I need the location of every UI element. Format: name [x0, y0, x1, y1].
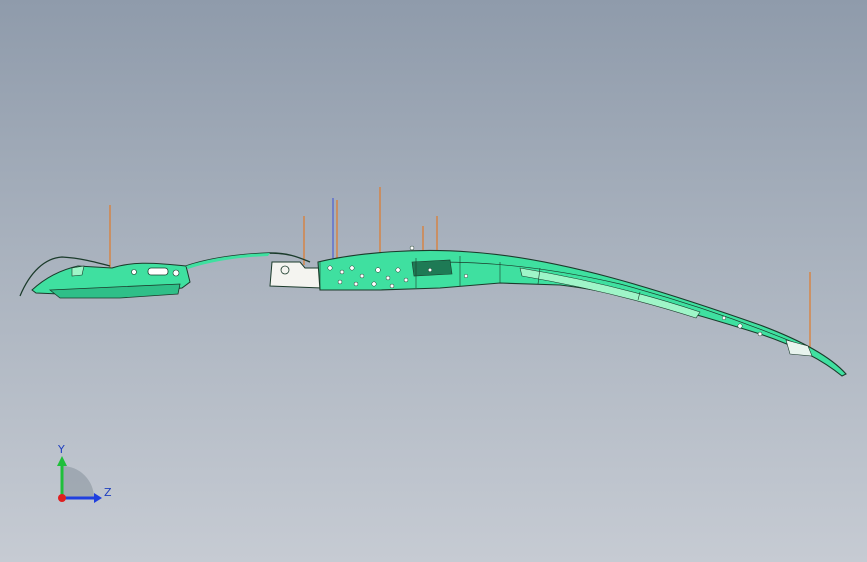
left-bracket-tab: [71, 265, 85, 277]
main-beam-part[interactable]: [317, 245, 847, 377]
triad-y-arrow: [57, 456, 67, 466]
main-beam-dark-recess: [411, 259, 453, 277]
center-mount-plate[interactable]: [269, 261, 323, 289]
triad-z-label: Z: [104, 486, 112, 499]
left-bracket-part[interactable]: [19, 256, 191, 299]
graphics-viewport[interactable]: Y Z: [0, 0, 867, 562]
upper-rail-fill: [186, 253, 270, 269]
left-bracket-slot: [147, 267, 169, 276]
model-view[interactable]: [0, 0, 867, 562]
triad-plane: [62, 466, 94, 498]
left-bracket-hole-2: [131, 269, 137, 275]
mount-plate-body: [269, 261, 323, 289]
triad-x-axis-dot: [58, 494, 66, 502]
orientation-triad[interactable]: Y Z: [40, 438, 130, 514]
main-beam-highlight: [519, 267, 701, 319]
mount-plate-hole: [280, 265, 290, 275]
triad-z-arrow: [94, 493, 102, 503]
triad-y-label: Y: [57, 443, 65, 456]
left-bracket-hole-1: [172, 269, 180, 277]
